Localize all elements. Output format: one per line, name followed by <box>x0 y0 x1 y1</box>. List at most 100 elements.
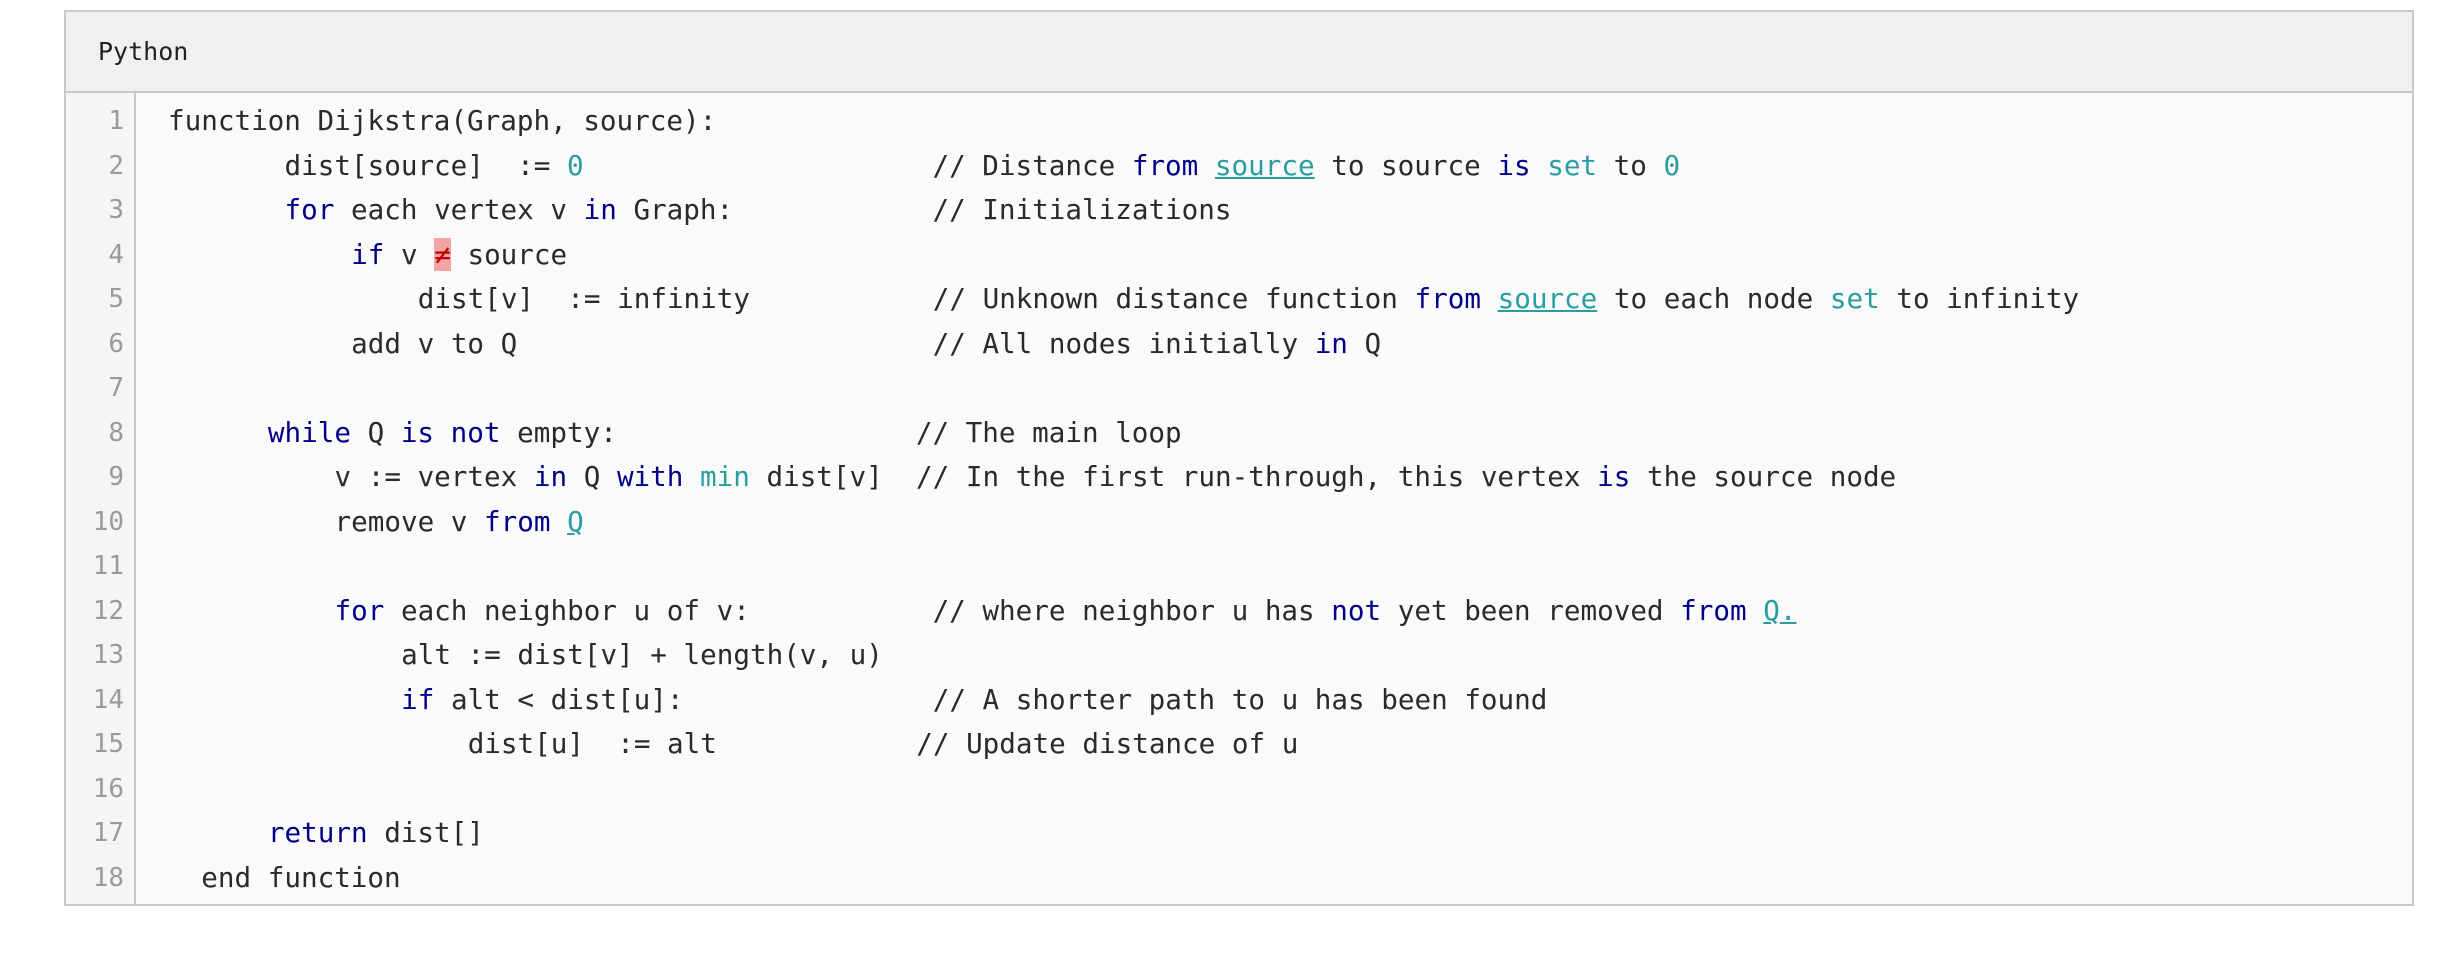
code-token: dist[v] // In the first run-through, thi… <box>749 460 1598 493</box>
code-body[interactable]: 1 function Dijkstra(Graph, source): 2 dist[… <box>66 93 2412 904</box>
code-line: 5 dist[v] := infinity // Unknown distance… <box>66 277 2412 321</box>
code-line: 14 if alt < dist[u]: // A shorter path to… <box>66 678 2412 722</box>
code-token: to infinity <box>1879 282 2080 315</box>
linked-identifier[interactable]: source <box>1215 149 1315 182</box>
code-language-label: Python <box>66 12 2412 93</box>
code-token: function Dijkstra(Graph, source): <box>168 104 717 137</box>
line-number: 16 <box>92 773 124 804</box>
keyword-token: in <box>1314 326 1348 360</box>
keyword-token: not <box>450 415 501 449</box>
code-token: // Distance <box>583 148 1132 182</box>
code-token: empty: // The main loop <box>500 415 1182 449</box>
code-text: for each vertex v in Graph: // Initializ… <box>285 188 1232 232</box>
builtin-token: set <box>1829 282 1880 315</box>
code-text: dist[u] := alt // Update distance of u <box>468 722 1299 766</box>
code-text: function Dijkstra(Graph, source): <box>168 99 716 143</box>
code-token: yet been removed <box>1381 593 1681 627</box>
keyword-token: in <box>533 460 568 493</box>
keyword-token: from <box>1680 593 1747 627</box>
code-token: alt := dist[v] + length(v, u) <box>401 638 883 671</box>
code-token: Q <box>567 460 617 493</box>
keyword-token: for <box>284 193 335 226</box>
linked-identifier[interactable]: Q. <box>1763 594 1796 627</box>
code-token: each vertex v <box>334 193 584 226</box>
code-token: dist[] <box>367 816 484 849</box>
error-token: ≠ <box>434 237 451 271</box>
keyword-token: is <box>1497 148 1531 182</box>
keyword-token: not <box>1331 593 1382 627</box>
code-token: end function <box>201 860 401 894</box>
keyword-token: from <box>1414 282 1481 315</box>
code-text: for each neighbor u of v: // where neigh… <box>335 589 1797 633</box>
line-number: 11 <box>92 551 124 581</box>
linked-identifier[interactable]: Q <box>567 505 584 538</box>
keyword-token: from <box>484 504 551 538</box>
code-line: 17 return dist[] <box>66 811 2412 855</box>
code-token: to <box>1597 148 1664 182</box>
line-number: 5 <box>108 284 124 314</box>
code-token: v := vertex <box>334 460 534 493</box>
keyword-token: return <box>267 816 368 849</box>
code-token: add v to Q // All nodes initially <box>351 326 1315 360</box>
code-line: 4 if v ≠ source <box>66 233 2412 277</box>
code-line: 8 while Q is not empty: // The main loop <box>66 411 2412 455</box>
code-line: 1 function Dijkstra(Graph, source): <box>66 99 2412 143</box>
line-number: 15 <box>92 729 124 759</box>
keyword-token: from <box>1131 148 1199 182</box>
code-token: to source <box>1314 148 1498 182</box>
keyword-token: while <box>267 415 351 449</box>
code-line: 9 v := vertex in Q with min dist[v] // In… <box>66 455 2412 499</box>
line-number: 12 <box>92 595 124 626</box>
line-number: 1 <box>108 106 124 136</box>
code-token: Q <box>350 415 401 449</box>
code-token: each neighbor u of v: // where neighbor … <box>384 593 1332 627</box>
code-token: the source node <box>1630 460 1897 493</box>
code-line: 2 dist[source] := 0 // Distance from sour… <box>66 144 2412 188</box>
builtin-token: min <box>700 460 750 493</box>
line-number: 6 <box>108 328 124 359</box>
code-text: end function <box>201 856 400 900</box>
code-token: Q <box>1347 326 1382 360</box>
builtin-token: 0 <box>1663 148 1681 182</box>
code-token: to each node <box>1597 282 1830 315</box>
code-line: 11 <box>66 544 2412 588</box>
line-number: 2 <box>108 150 124 181</box>
code-token: alt < dist[u]: // A shorter path to u ha… <box>434 682 1548 716</box>
keyword-token: if <box>351 237 385 271</box>
code-text: dist[v] := infinity // Unknown distance … <box>418 277 2079 321</box>
code-token: dist[u] := alt // Update distance of u <box>467 727 1299 760</box>
code-token: dist[v] := infinity // Unknown distance … <box>417 282 1415 315</box>
code-text: v := vertex in Q with min dist[v] // In … <box>335 455 1897 499</box>
builtin-token: 0 <box>566 148 584 182</box>
line-number: 10 <box>92 506 124 537</box>
linked-identifier[interactable]: source <box>1498 282 1598 315</box>
line-number: 13 <box>92 640 124 670</box>
code-text: dist[source] := 0 // Distance from sourc… <box>285 144 1681 188</box>
code-line: 16 <box>66 767 2412 811</box>
keyword-token: is <box>1597 460 1631 493</box>
code-line: 7 <box>66 366 2412 410</box>
code-text: remove v from Q <box>335 500 584 544</box>
code-line: 10 remove v from Q <box>66 500 2412 544</box>
code-block: Python 1 function Dijkstra(Graph, source)… <box>64 10 2414 906</box>
line-number: 17 <box>92 818 124 848</box>
code-text: if alt < dist[u]: // A shorter path to u… <box>401 678 1547 722</box>
code-token: source <box>450 237 568 271</box>
line-number: 14 <box>92 684 124 715</box>
code-text: add v to Q // All nodes initially in Q <box>351 322 1381 366</box>
code-line: 13 alt := dist[v] + length(v, u) <box>66 633 2412 677</box>
builtin-token: set <box>1547 148 1598 182</box>
keyword-token: for <box>334 593 385 627</box>
code-line: 12 for each neighbor u of v: // where nei… <box>66 589 2412 633</box>
code-token: dist[source] := <box>284 148 567 182</box>
keyword-token: with <box>616 460 684 493</box>
code-text: alt := dist[v] + length(v, u) <box>401 633 883 677</box>
code-line: 18 end function <box>66 856 2412 900</box>
keyword-token: is <box>400 415 435 449</box>
